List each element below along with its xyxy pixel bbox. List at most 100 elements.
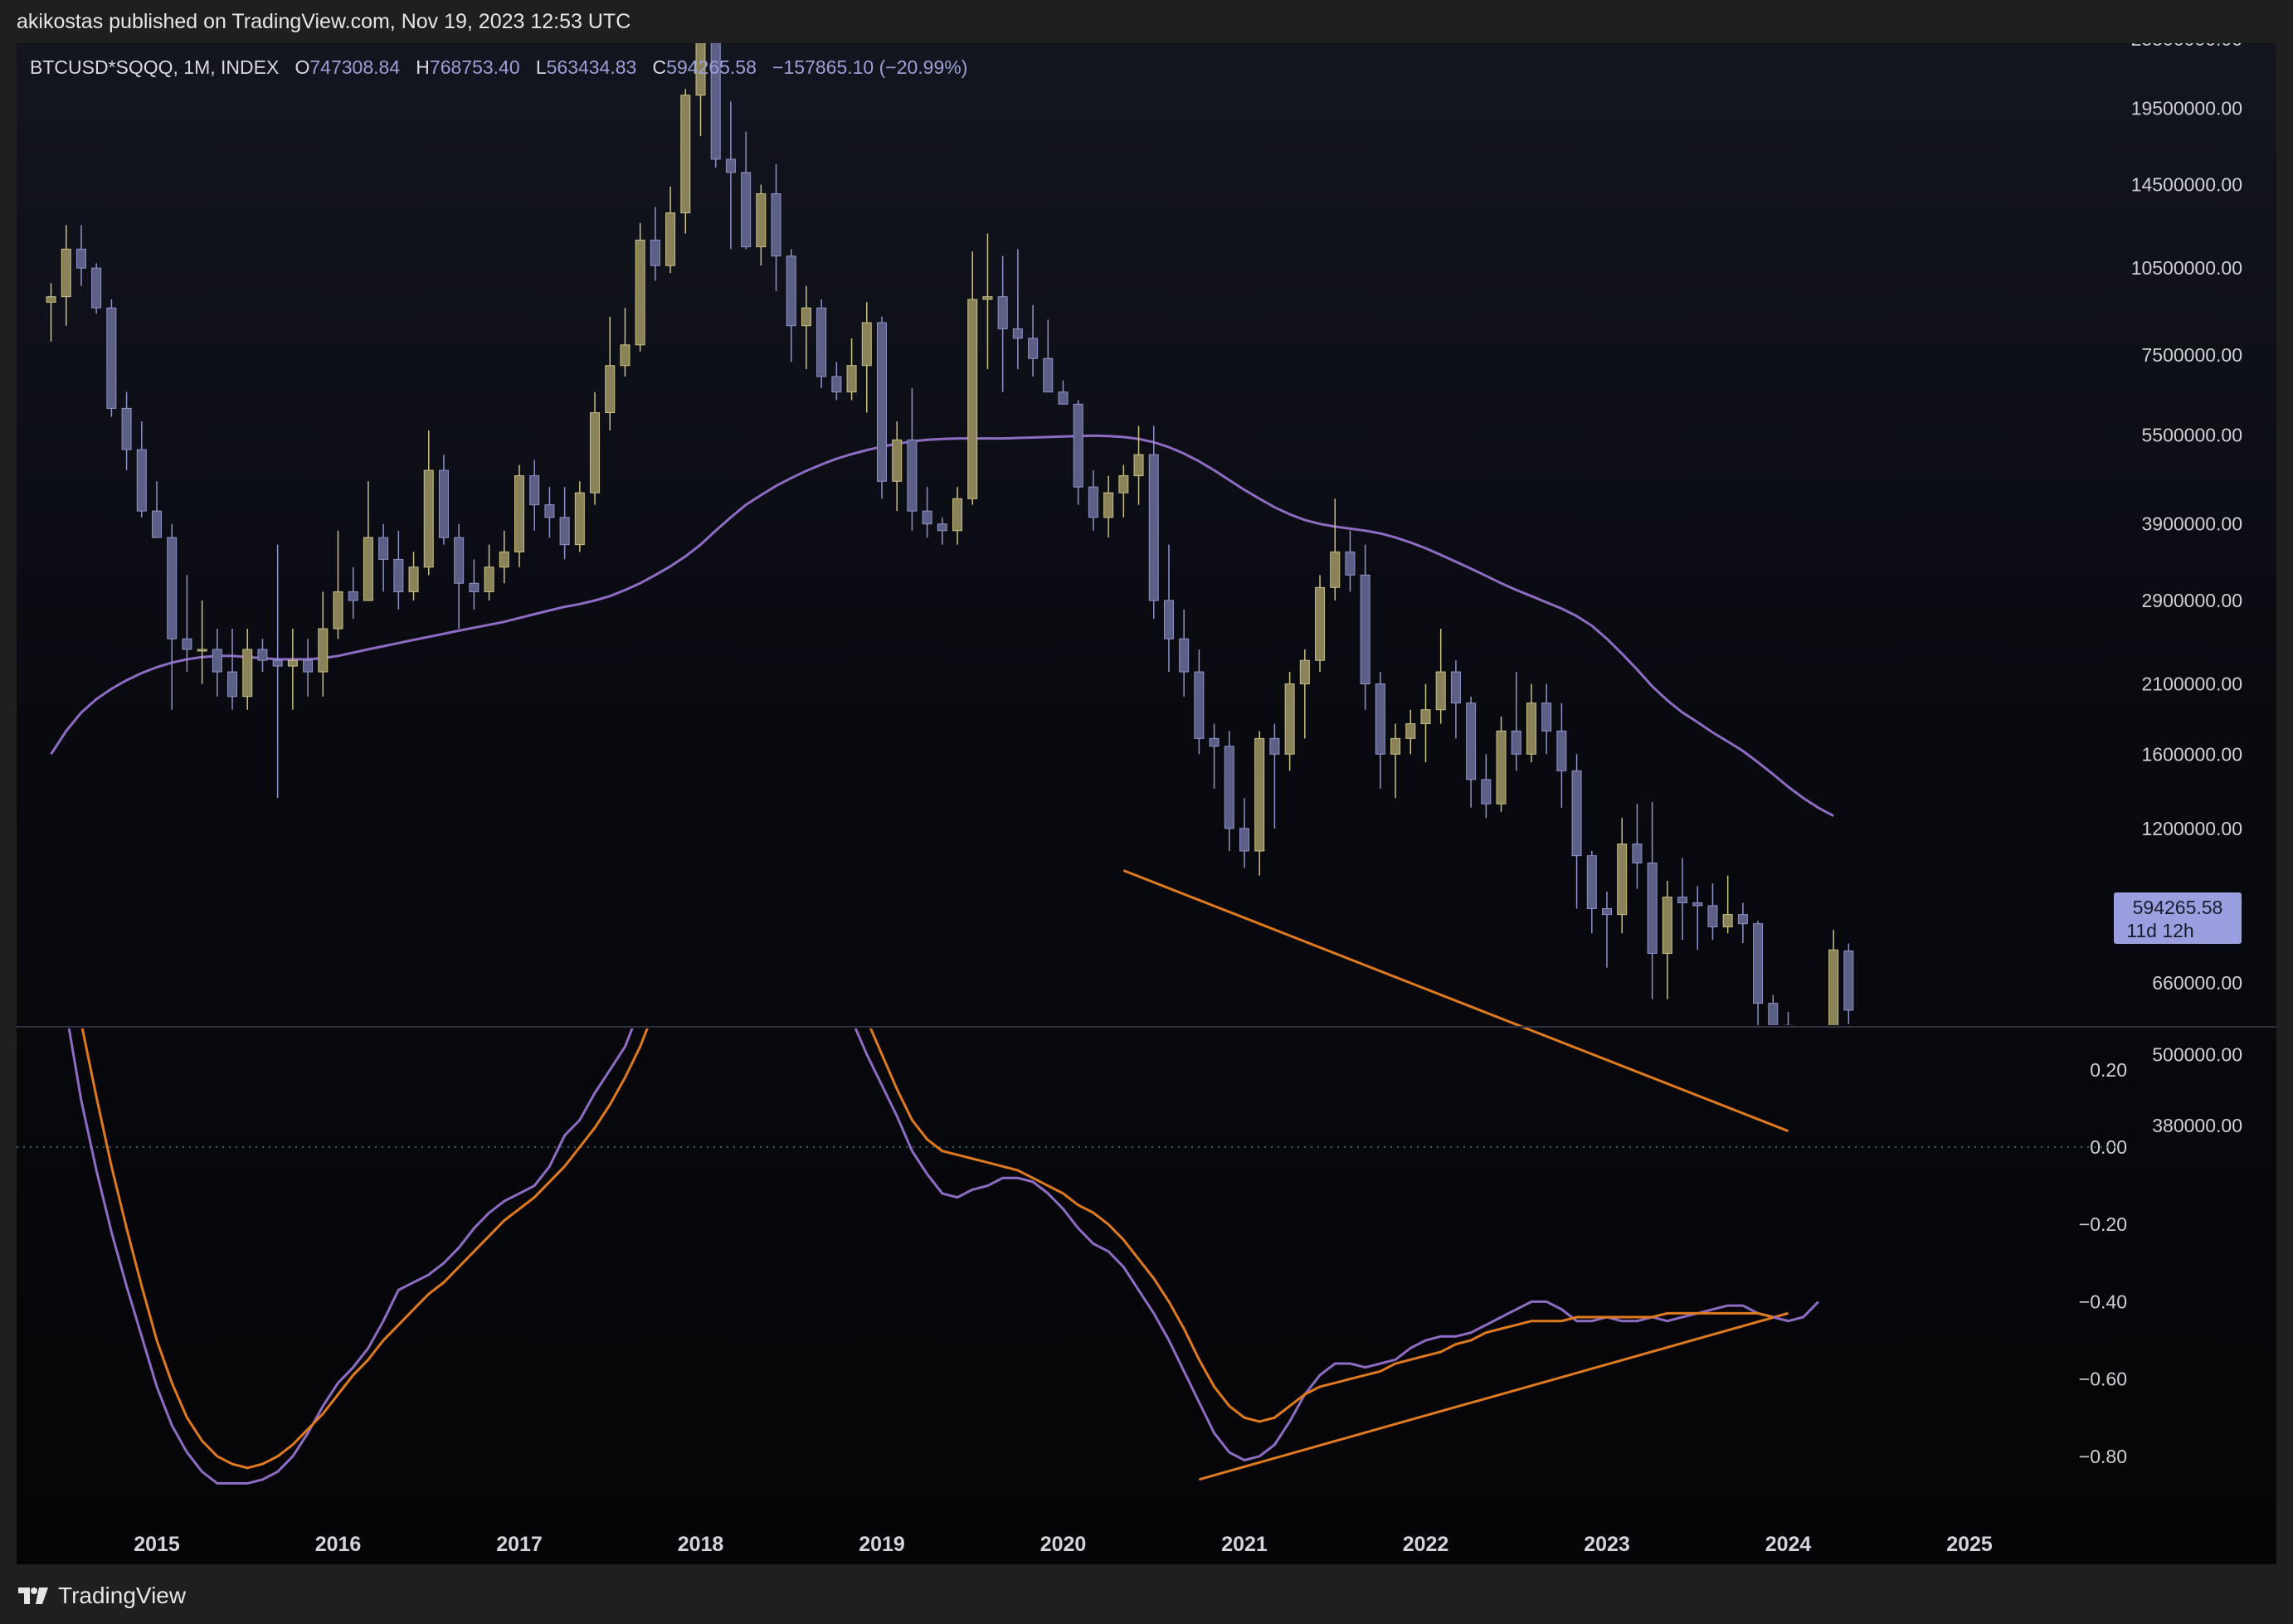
- candle-body: [1466, 703, 1477, 780]
- candle: [1043, 319, 1054, 393]
- candle-body: [242, 649, 253, 698]
- candle: [152, 481, 162, 538]
- candle-body: [1496, 730, 1507, 805]
- candle-body: [152, 510, 162, 538]
- price-axis-tick: 25500000.00: [2131, 43, 2242, 50]
- candle-body: [257, 649, 268, 661]
- candle: [1768, 994, 1779, 1025]
- candle-body: [1375, 683, 1385, 755]
- candle: [1315, 575, 1326, 673]
- price-axis-tick: 5500000.00: [2141, 425, 2242, 446]
- footer: TradingView: [17, 1581, 186, 1611]
- legend-symbol: BTCUSD*SQQQ, 1M, INDEX: [30, 56, 280, 78]
- candle: [1360, 544, 1370, 710]
- legend-change: −157865.10 (−20.99%): [772, 56, 968, 78]
- candle-body: [484, 566, 494, 592]
- candle: [1330, 498, 1341, 600]
- candle: [756, 184, 767, 266]
- candle: [559, 487, 570, 560]
- candle-body: [922, 510, 932, 525]
- oscillator-axis-tick: −0.40: [2079, 1291, 2127, 1312]
- candle-body: [1209, 737, 1220, 747]
- candle: [469, 559, 480, 610]
- candle: [1118, 464, 1129, 518]
- candle-body: [1753, 923, 1764, 1004]
- candle: [801, 285, 811, 370]
- candle: [1450, 660, 1461, 739]
- candle: [1783, 1012, 1794, 1025]
- price-axis-tick: 7500000.00: [2141, 344, 2242, 366]
- chart-svg[interactable]: 48000000.0035500000.0025500000.001950000…: [17, 43, 2276, 1564]
- candle: [378, 523, 389, 592]
- oscillator-layer: [67, 1028, 1819, 1485]
- candle-body: [892, 439, 903, 482]
- candle: [1345, 530, 1356, 592]
- candle-body: [559, 517, 570, 546]
- candle-body: [363, 537, 373, 601]
- footer-brand: TradingView: [58, 1583, 187, 1608]
- candle: [1103, 475, 1114, 538]
- candle-body: [1163, 600, 1174, 639]
- candle: [1194, 649, 1205, 755]
- tradingview-logo-icon: [18, 1588, 48, 1604]
- chart-frame[interactable]: 48000000.0035500000.0025500000.001950000…: [17, 43, 2276, 1564]
- candle-body: [997, 296, 1008, 329]
- candle-body: [1571, 770, 1582, 857]
- candle-body: [937, 523, 947, 532]
- candle-body: [665, 212, 676, 266]
- candle: [136, 421, 147, 518]
- time-axis-tick: 2025: [1946, 1533, 1993, 1556]
- oscillator-axis-tick: 0.20: [2090, 1059, 2127, 1081]
- time-axis-tick: 2018: [678, 1533, 724, 1556]
- price-tag-countdown: 11d 12h: [2126, 920, 2193, 941]
- price-axis[interactable]: 48000000.0035500000.0025500000.001950000…: [2131, 43, 2242, 1136]
- candle: [1239, 798, 1249, 868]
- oscillator-axis[interactable]: 0.200.00−0.20−0.40−0.60−0.80: [17, 1059, 2127, 1467]
- candle: [952, 487, 963, 545]
- candle: [741, 131, 752, 250]
- candle: [1299, 649, 1310, 739]
- candle: [1602, 891, 1612, 968]
- candle: [393, 530, 404, 610]
- candle-body: [75, 248, 86, 269]
- candle-body: [1737, 914, 1748, 925]
- time-axis-tick: 2019: [859, 1533, 905, 1556]
- candle-body: [1224, 746, 1234, 829]
- candle-body: [529, 475, 540, 506]
- candle-body: [1239, 828, 1249, 852]
- candle: [861, 302, 872, 413]
- candle: [1420, 683, 1431, 763]
- candle: [1224, 731, 1234, 851]
- candle: [997, 255, 1008, 392]
- candle: [1541, 683, 1552, 755]
- candle: [1466, 696, 1477, 808]
- price-axis-tick: 14500000.00: [2131, 174, 2242, 196]
- candle: [771, 163, 781, 292]
- candle: [620, 308, 630, 377]
- candle-body: [61, 248, 71, 298]
- candle-body: [1360, 574, 1370, 685]
- candle-body: [318, 628, 329, 673]
- candle-body: [680, 95, 691, 214]
- candle: [167, 523, 178, 710]
- candle-body: [831, 376, 842, 393]
- candle-body: [378, 537, 389, 560]
- time-axis-tick: 2021: [1221, 1533, 1268, 1556]
- candle: [1088, 470, 1098, 531]
- time-axis[interactable]: 2015 2016 2017 2018 2019 2020 2021 2022 2023 2024…: [134, 1533, 1993, 1556]
- candle-body: [1148, 454, 1159, 601]
- candle: [1677, 858, 1688, 941]
- candle: [1269, 723, 1280, 829]
- candle: [1556, 703, 1567, 808]
- candle-body: [1813, 1039, 1823, 1070]
- candle: [197, 600, 207, 684]
- candle-body: [816, 307, 827, 377]
- candle: [1511, 672, 1521, 771]
- candle-body: [846, 365, 857, 393]
- candle-body: [1345, 551, 1356, 576]
- candle-body: [1526, 703, 1536, 755]
- candle: [1737, 902, 1748, 944]
- candle-body: [1511, 730, 1521, 755]
- candle: [1632, 804, 1643, 889]
- price-tag-value: 594265.58: [2133, 897, 2223, 918]
